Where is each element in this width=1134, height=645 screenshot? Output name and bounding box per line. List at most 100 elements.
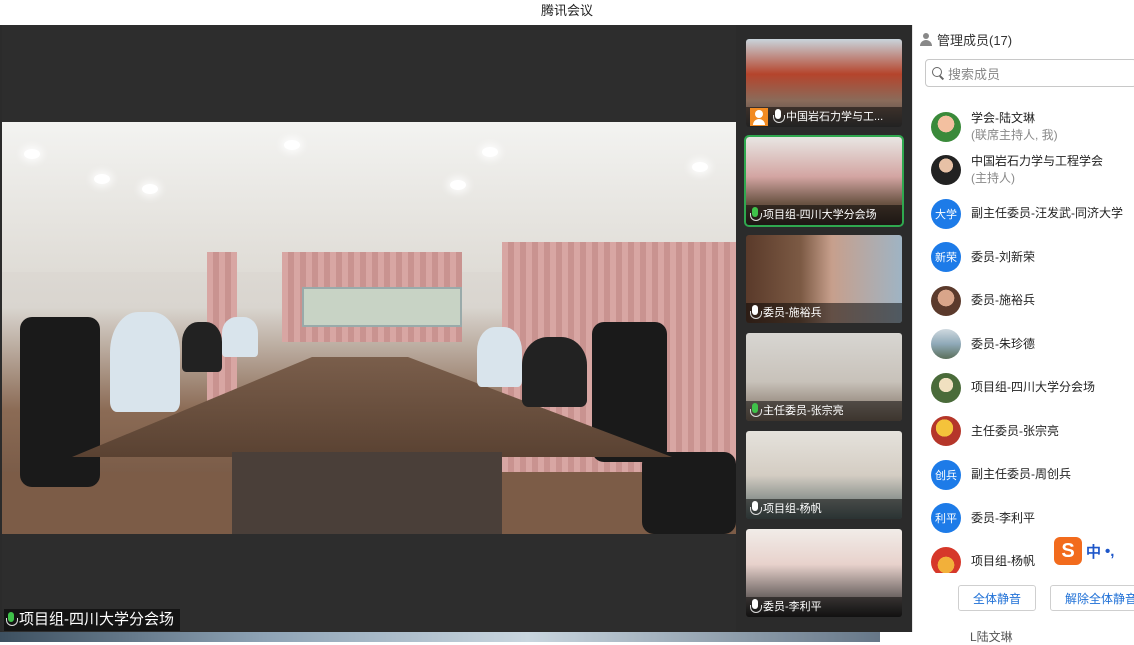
unmute-all-button[interactable]: 解除全体静音 <box>1050 585 1134 611</box>
ceiling-light <box>482 147 498 157</box>
window-title: 腾讯会议 <box>0 0 1134 25</box>
microphone-icon <box>750 207 762 223</box>
member-name: 主任委员-张宗亮 <box>971 423 1059 438</box>
microphone-muted-icon <box>750 599 762 615</box>
member-name: 委员-施裕兵 <box>971 293 1035 308</box>
member-name: 委员-刘新荣 <box>971 249 1035 264</box>
participant <box>110 312 180 412</box>
desktop-background <box>0 632 880 642</box>
member-item[interactable]: 主任委员-张宗亮 <box>913 410 1134 454</box>
thumbnail-label: 委员-施裕兵 <box>746 303 902 323</box>
member-item[interactable]: 项目组-四川大学分会场 <box>913 366 1134 410</box>
member-name: 副主任委员-周创兵 <box>971 467 1071 482</box>
thumbnail-label: 项目组-杨帆 <box>746 499 902 519</box>
sogou-logo-icon[interactable]: S <box>1054 537 1082 565</box>
ime-punctuation-mode[interactable]: •, <box>1105 543 1114 560</box>
member-name: 项目组-杨帆 <box>971 554 1035 569</box>
avatar <box>931 372 961 403</box>
thumbnail-name: 委员-李利平 <box>763 601 822 613</box>
participant-thumbnail[interactable]: 项目组-杨帆 <box>746 431 902 519</box>
avatar: 新荣 <box>931 242 961 273</box>
avatar: 大学 <box>931 198 961 229</box>
avatar <box>931 111 961 142</box>
member-name: 中国岩石力学与工程学会 <box>971 154 1104 169</box>
member-search-input[interactable]: 搜索成员 <box>925 59 1134 87</box>
participant-thumbnail[interactable]: 中国岩石力学与工... <box>746 39 902 127</box>
avatar: 创兵 <box>931 459 961 490</box>
participant <box>182 322 222 372</box>
avatar <box>931 285 961 316</box>
member-item[interactable]: 大学 副主任委员-汪发武-同济大学 <box>913 192 1134 236</box>
ceiling-light <box>142 184 158 194</box>
microphone-icon <box>6 612 18 628</box>
thumbnail-label: 委员-李利平 <box>746 597 902 617</box>
member-item[interactable]: 学会-陆文琳 (联席主持人, 我) <box>913 105 1134 149</box>
participant-thumbnail[interactable]: 项目组-四川大学分会场 <box>744 135 904 227</box>
member-name: 副主任委员-汪发武-同济大学 <box>971 206 1123 221</box>
conference-room-video <box>2 122 736 534</box>
avatar <box>931 155 961 186</box>
member-item[interactable]: 委员-施裕兵 <box>913 279 1134 323</box>
ceiling-light <box>94 174 110 184</box>
avatar: 利平 <box>931 503 961 534</box>
member-name: 项目组-四川大学分会场 <box>971 380 1095 395</box>
thumbnail-label: 项目组-四川大学分会场 <box>746 205 902 225</box>
participant-thumbnail[interactable]: 委员-李利平 <box>746 529 902 617</box>
members-panel-header: 管理成员(17) <box>913 25 1134 53</box>
microphone-icon <box>750 305 762 321</box>
host-icon <box>750 108 768 126</box>
participant-thumbnail[interactable]: 主任委员-张宗亮 <box>746 333 902 421</box>
thumbnail-name: 项目组-杨帆 <box>763 503 822 515</box>
avatar <box>931 546 961 573</box>
main-video[interactable]: 项目组-四川大学分会场 <box>2 25 736 632</box>
member-search-placeholder: 搜索成员 <box>948 66 1001 82</box>
active-speaker-name: 项目组-四川大学分会场 <box>19 611 174 628</box>
ceiling-light <box>692 162 708 172</box>
thumbnail-label: 主任委员-张宗亮 <box>746 401 902 421</box>
member-name: 委员-李利平 <box>971 510 1035 525</box>
member-role: (联席主持人, 我) <box>971 127 1058 142</box>
thumbnail-name: 主任委员-张宗亮 <box>763 405 844 417</box>
participant-thumbnail-strip[interactable]: 中国岩石力学与工... 项目组-四川大学分会场 委员-施裕兵 主任委员-张宗亮 <box>738 25 912 632</box>
ceiling-light <box>450 180 466 190</box>
ceiling-light <box>284 140 300 150</box>
microphone-icon <box>773 109 785 125</box>
search-icon <box>932 67 944 79</box>
thumbnail-name: 项目组-四川大学分会场 <box>763 209 877 221</box>
active-speaker-label: 项目组-四川大学分会场 <box>4 609 180 631</box>
avatar <box>931 416 961 447</box>
input-method-toolbar[interactable]: S 中 •, <box>1054 537 1134 565</box>
mute-all-button[interactable]: 全体静音 <box>958 585 1037 611</box>
chair <box>20 317 100 487</box>
microphone-icon <box>750 403 762 419</box>
participant-thumbnail[interactable]: 委员-施裕兵 <box>746 235 902 323</box>
thumbnail-name: 委员-施裕兵 <box>763 307 822 319</box>
panel-footer: 全体静音 解除全体静音 <box>913 585 1134 615</box>
microphone-muted-icon <box>750 501 762 517</box>
member-item[interactable]: 中国岩石力学与工程学会 (主持人) <box>913 149 1134 193</box>
member-list[interactable]: 学会-陆文琳 (联席主持人, 我) 中国岩石力学与工程学会 (主持人) 大学 副… <box>913 105 1134 573</box>
member-name: 委员-朱珍德 <box>971 336 1035 351</box>
thumbnail-name: 中国岩石力学与工... <box>786 111 884 123</box>
video-stage: 项目组-四川大学分会场 中国岩石力学与工... 项目组-四川大学分会场 委员-施… <box>0 25 912 632</box>
avatar <box>931 329 961 360</box>
member-item[interactable]: 创兵 副主任委员-周创兵 <box>913 453 1134 497</box>
thumbnail-label: 中国岩石力学与工... <box>746 107 902 127</box>
conference-table-front <box>232 452 502 534</box>
member-name: 学会-陆文琳 <box>971 110 1035 125</box>
participant <box>477 327 522 387</box>
ime-language-mode[interactable]: 中 <box>1086 541 1101 562</box>
participant <box>222 317 258 357</box>
ceiling-light <box>24 149 40 159</box>
member-item[interactable]: 新荣 委员-刘新荣 <box>913 236 1134 280</box>
member-role: (主持人) <box>971 171 1015 186</box>
chair <box>642 452 736 534</box>
member-item[interactable]: 利平 委员-李利平 <box>913 497 1134 541</box>
whiteboard <box>302 287 462 327</box>
person-icon <box>919 32 933 46</box>
participant <box>522 337 587 407</box>
taskbar-text: L陆文琳 <box>970 630 1013 644</box>
member-item[interactable]: 委员-朱珍德 <box>913 323 1134 367</box>
members-panel-title: 管理成员(17) <box>937 32 1013 48</box>
taskbar-strip: L陆文琳 <box>0 630 1134 644</box>
